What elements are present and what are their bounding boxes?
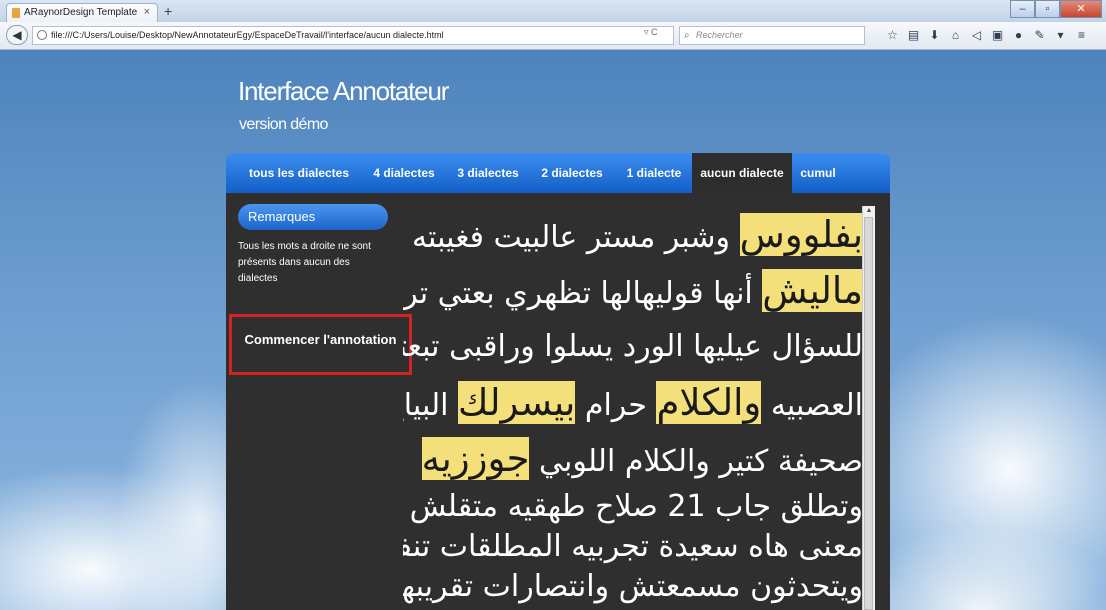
maximize-button[interactable]: ▫ — [1035, 0, 1060, 18]
text-line: وتطلق جاب 21 صلاح طهقيه متقلش ملوش — [403, 487, 863, 527]
site-title: Interface Annotateur — [238, 76, 449, 106]
tab-4-dialectes[interactable]: 4 dialectes — [362, 153, 446, 193]
text-segment: العصبيه — [761, 388, 863, 423]
text-segment: معنى هاه سعيدة تجربيه المطلقات تنفيذها — [403, 529, 863, 564]
text-line: معنى هاه سعيدة تجربيه المطلقات تنفيذها — [403, 527, 863, 567]
highlighted-word[interactable]: والكلام — [656, 381, 762, 424]
main-navigation: tous les dialectes 4 dialectes 3 dialect… — [226, 153, 890, 193]
text-segment: أنها قوليهالها تظهري بعتي ترزقنا — [403, 276, 753, 311]
address-url: file:///C:/Users/Louise/Desktop/NewAnnot… — [51, 30, 444, 40]
address-bar[interactable]: file:///C:/Users/Louise/Desktop/NewAnnot… — [32, 26, 674, 45]
download-icon[interactable]: ⬇ — [926, 26, 943, 44]
text-line: للسؤال عيليها الورد يسلوا وراقبى تبعتلها — [403, 319, 863, 375]
search-placeholder: Rechercher — [696, 30, 743, 40]
tab-close-icon[interactable]: × — [144, 6, 150, 18]
tab-aucun-dialecte[interactable]: aucun dialecte — [692, 153, 792, 193]
scroll-up-icon[interactable]: ▲ — [863, 206, 875, 216]
remarks-button[interactable]: Remarques — [238, 204, 388, 230]
highlighted-word[interactable]: جوززيه — [421, 437, 530, 480]
home-icon[interactable]: ⌂ — [947, 26, 964, 44]
extension-icon[interactable]: ✎ — [1031, 26, 1048, 44]
reading-list-icon[interactable]: ▤ — [905, 26, 922, 44]
tab-cumul[interactable]: cumul — [792, 153, 844, 193]
page-body: Interface Annotateur version démo tous l… — [0, 50, 1106, 610]
menu-icon[interactable]: ≡ — [1073, 26, 1090, 44]
chat-icon[interactable]: ● — [1010, 26, 1027, 44]
tab-tous-les-dialectes[interactable]: tous les dialectes — [238, 153, 360, 193]
note-icon[interactable]: ▣ — [989, 26, 1006, 44]
highlighted-word[interactable]: بيسرلك — [458, 381, 576, 424]
arabic-text-area: بفلووس وشبر مستر عالبيت فغيبته القناة ما… — [403, 207, 863, 610]
highlighted-word[interactable]: ماليش — [762, 269, 863, 312]
page-favicon-icon — [12, 8, 20, 18]
star-icon[interactable]: ☆ — [884, 26, 901, 44]
text-line: ماليش أنها قوليهالها تظهري بعتي ترزقنا — [403, 263, 863, 319]
back-arrow-icon: ◀ — [12, 28, 22, 42]
remarks-text: Tous les mots a droite ne sont présents … — [238, 241, 371, 284]
dropdown-icon[interactable]: ▾ — [1052, 26, 1069, 44]
start-annotation-button[interactable]: Commencer l'annotation — [229, 314, 412, 375]
globe-icon — [37, 30, 47, 40]
text-segment: ويتحدثون مسمعتش وانتصارات تقريبها — [403, 569, 863, 604]
text-segment: وتطلق جاب 21 صلاح طهقيه متقلش ملوش — [403, 489, 863, 524]
site-subtitle: version démo — [239, 116, 328, 133]
back-button[interactable]: ◀ — [6, 25, 28, 45]
window-controls: – ▫ ✕ — [1010, 0, 1102, 18]
tab-1-dialecte[interactable]: 1 dialecte — [614, 153, 694, 193]
highlighted-word[interactable]: بفلووس — [739, 213, 863, 256]
browser-toolbar: ☆ ▤ ⬇ ⌂ ◁ ▣ ● ✎ ▾ ≡ — [884, 26, 1090, 44]
minimize-button[interactable]: – — [1010, 0, 1035, 18]
search-icon: ⌕ — [684, 30, 690, 41]
text-line: صحيفة كتير والكلام اللوبي جوززيه — [403, 431, 863, 487]
text-segment: البياع — [403, 388, 449, 423]
close-window-button[interactable]: ✕ — [1060, 0, 1102, 18]
text-segment: للسؤال عيليها الورد يسلوا وراقبى تبعتلها — [403, 329, 863, 364]
new-tab-button[interactable]: + — [164, 3, 172, 19]
text-segment: صحيفة كتير والكلام اللوبي — [529, 444, 863, 479]
send-icon[interactable]: ◁ — [968, 26, 985, 44]
text-scrollbar[interactable]: ▲ — [862, 206, 875, 610]
tab-3-dialectes[interactable]: 3 dialectes — [446, 153, 530, 193]
text-segment: حرام — [575, 388, 657, 423]
text-segment: وشبر مستر عالبيت فغيبته القناة — [403, 220, 731, 255]
browser-navbar: ◀ file:///C:/Users/Louise/Desktop/NewAnn… — [0, 22, 1106, 50]
browser-tab[interactable]: ARaynorDesign Template × — [6, 3, 158, 22]
browser-titlebar: ARaynorDesign Template × + – ▫ ✕ — [0, 0, 1106, 22]
scroll-thumb[interactable] — [864, 217, 873, 610]
text-line: العصبيه والكلام حرام بيسرلك البياع — [403, 375, 863, 431]
reload-icon[interactable]: ▿ C — [644, 27, 658, 38]
content-panel: Remarques Tous les mots a droite ne sont… — [226, 193, 890, 610]
search-input[interactable]: ⌕ Rechercher — [679, 26, 865, 45]
text-line: ويتحدثون مسمعتش وانتصارات تقريبها — [403, 567, 863, 607]
tab-title: ARaynorDesign Template — [24, 7, 138, 18]
tab-2-dialectes[interactable]: 2 dialectes — [530, 153, 614, 193]
text-line: بفلووس وشبر مستر عالبيت فغيبته القناة — [403, 207, 863, 263]
